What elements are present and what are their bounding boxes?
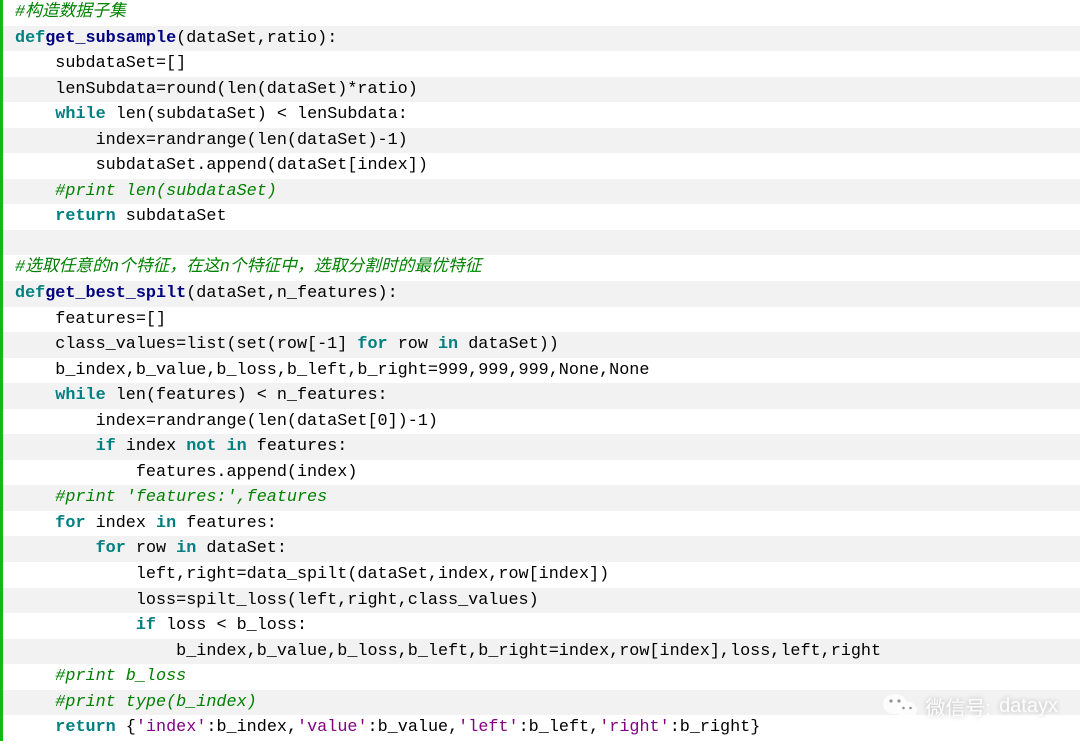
code-line: class_values=list(set(row[-1] for row in… (3, 332, 1080, 358)
code-line: subdataSet.append(dataSet[index]) (3, 153, 1080, 179)
code-line: defget_best_spilt(dataSet,n_features): (3, 281, 1080, 307)
code-line: subdataSet=[] (3, 51, 1080, 77)
code-line: if loss < b_loss: (3, 613, 1080, 639)
code-line: #构造数据子集 (3, 0, 1080, 26)
code-line: loss=spilt_loss(left,right,class_values) (3, 588, 1080, 614)
code-line: #print b_loss (3, 664, 1080, 690)
code-line: lenSubdata=round(len(dataSet)*ratio) (3, 77, 1080, 103)
code-line: #print type(b_index) (3, 690, 1080, 716)
code-line: for row in dataSet: (3, 536, 1080, 562)
code-line: index=randrange(len(dataSet)-1) (3, 128, 1080, 154)
code-line: while len(subdataSet) < lenSubdata: (3, 102, 1080, 128)
code-line: features.append(index) (3, 460, 1080, 486)
code-line: #print 'features:',features (3, 485, 1080, 511)
code-line: #print len(subdataSet) (3, 179, 1080, 205)
code-line: if index not in features: (3, 434, 1080, 460)
code-line: left,right=data_spilt(dataSet,index,row[… (3, 562, 1080, 588)
code-line: b_index,b_value,b_loss,b_left,b_right=in… (3, 639, 1080, 665)
code-line (3, 230, 1080, 256)
code-line: return subdataSet (3, 204, 1080, 230)
code-line: while len(features) < n_features: (3, 383, 1080, 409)
code-line: b_index,b_value,b_loss,b_left,b_right=99… (3, 358, 1080, 384)
code-line: for index in features: (3, 511, 1080, 537)
code-line: defget_subsample(dataSet,ratio): (3, 26, 1080, 52)
code-line: features=[] (3, 307, 1080, 333)
code-line: return {'index':b_index,'value':b_value,… (3, 715, 1080, 741)
code-block: #构造数据子集defget_subsample(dataSet,ratio): … (0, 0, 1080, 741)
code-line: #选取任意的n个特征，在这n个特征中，选取分割时的最优特征 (3, 255, 1080, 281)
code-line: index=randrange(len(dataSet[0])-1) (3, 409, 1080, 435)
